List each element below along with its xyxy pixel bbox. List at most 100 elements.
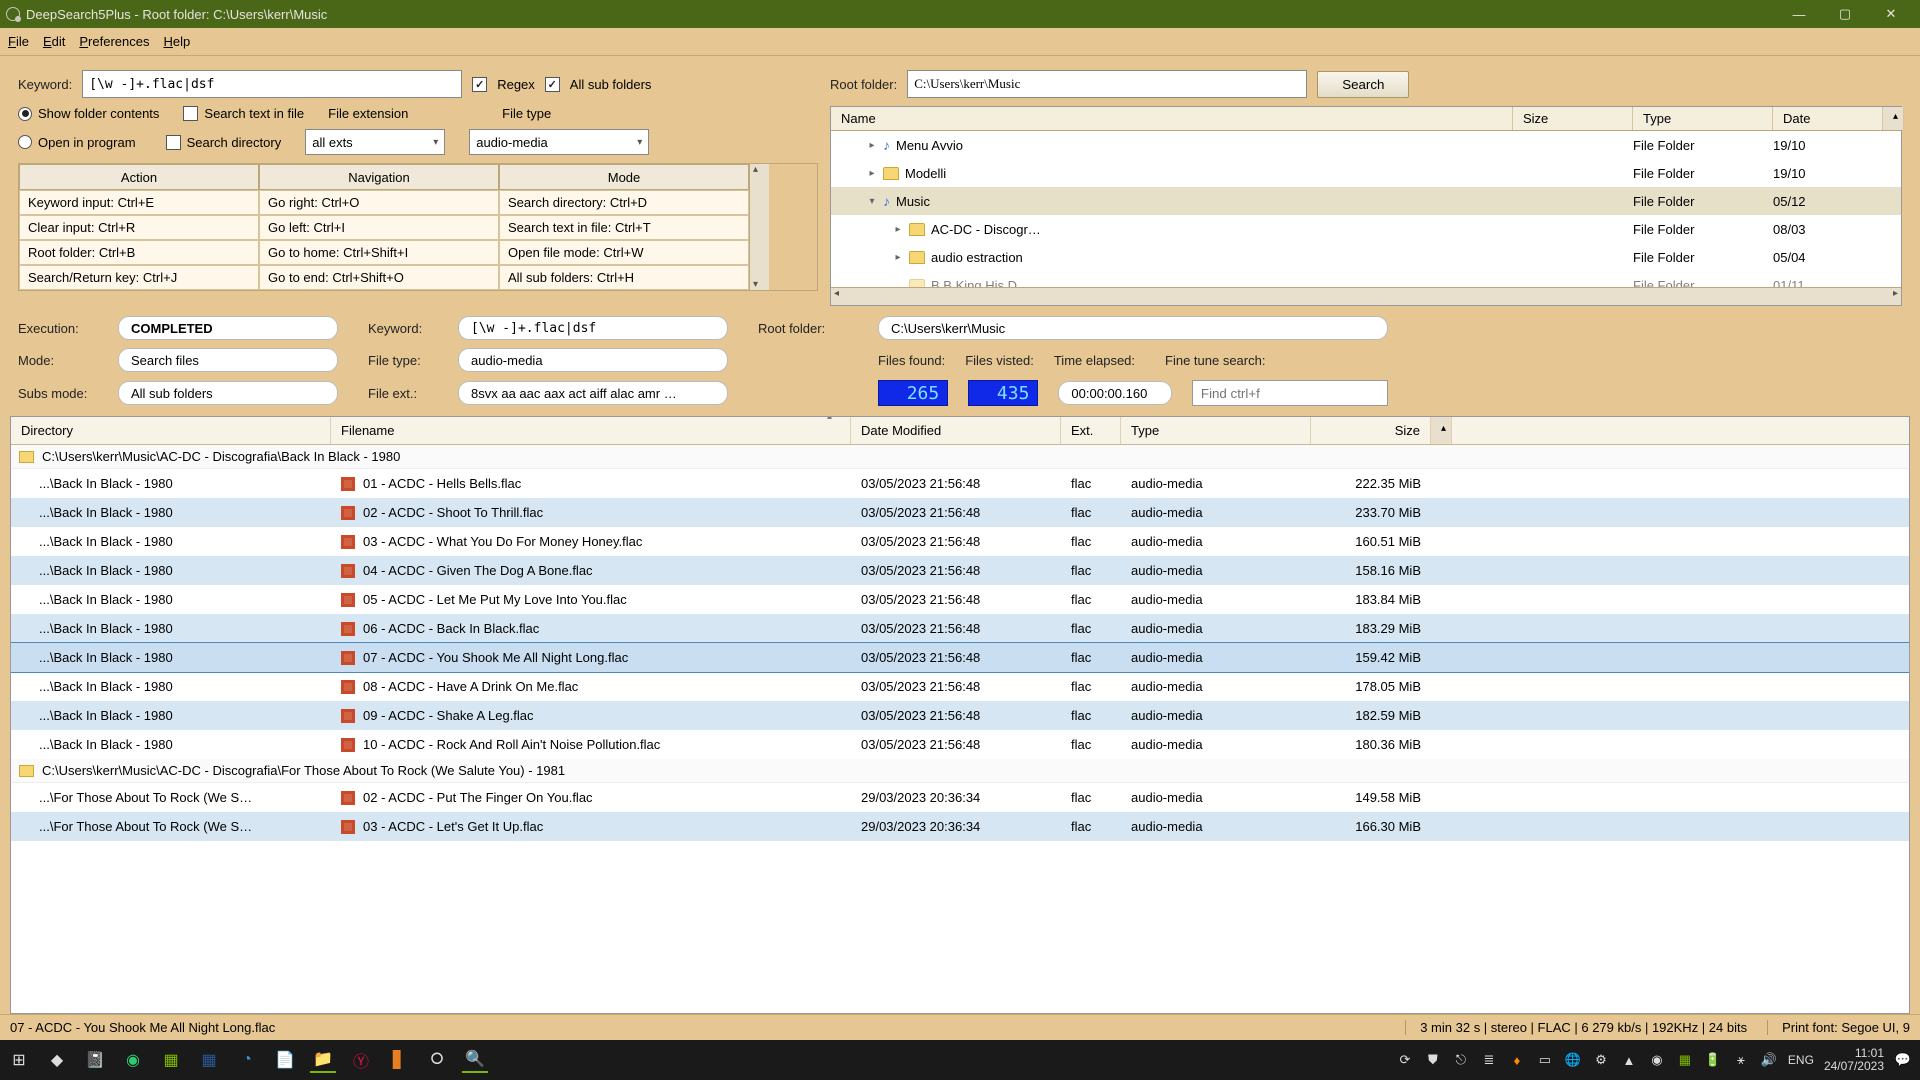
results-header-size[interactable]: Size bbox=[1311, 417, 1431, 444]
expand-icon[interactable]: ▸ bbox=[867, 168, 877, 179]
show-folder-label: Show folder contents bbox=[38, 106, 159, 121]
taskbar-deepsearch-icon[interactable]: 🔍 bbox=[462, 1047, 488, 1073]
taskbar-app-icon[interactable]: ▦ bbox=[158, 1047, 184, 1073]
results-group[interactable]: C:\Users\kerr\Music\AC-DC - Discografia\… bbox=[11, 445, 1909, 469]
tray-volume-icon[interactable]: 🔊 bbox=[1760, 1051, 1778, 1069]
tree-row[interactable]: ▸ModelliFile Folder19/10 bbox=[831, 159, 1901, 187]
close-button[interactable]: ✕ bbox=[1868, 0, 1914, 28]
tray-icon[interactable]: 🌐 bbox=[1564, 1051, 1582, 1069]
maximize-button[interactable]: ▢ bbox=[1822, 0, 1868, 28]
taskbar-app-icon[interactable]: 📓 bbox=[82, 1047, 108, 1073]
taskbar-app-icon[interactable]: ◉ bbox=[120, 1047, 146, 1073]
fine-tune-input[interactable] bbox=[1192, 380, 1388, 406]
tray-network-icon[interactable]: ⚹ bbox=[1732, 1051, 1750, 1069]
taskbar-app-icon[interactable]: 📄 bbox=[272, 1047, 298, 1073]
results-row[interactable]: ...\Back In Black - 198010 - ACDC - Rock… bbox=[11, 730, 1909, 759]
tray-battery-icon[interactable]: 🔋 bbox=[1704, 1051, 1722, 1069]
show-folder-radio[interactable] bbox=[18, 107, 32, 121]
results-type: audio-media bbox=[1121, 790, 1311, 805]
results-row[interactable]: ...\Back In Black - 198002 - ACDC - Shoo… bbox=[11, 498, 1909, 527]
shortcuts-header-action[interactable]: Action bbox=[19, 164, 259, 190]
results-header-ext[interactable]: Ext. bbox=[1061, 417, 1121, 444]
search-dir-checkbox[interactable] bbox=[166, 135, 181, 150]
taskbar-explorer-icon[interactable]: 📁 bbox=[310, 1047, 336, 1073]
taskbar-app-icon[interactable]: ▦ bbox=[196, 1047, 222, 1073]
taskbar-app-icon[interactable]: ⭘ bbox=[424, 1047, 450, 1073]
expand-icon[interactable]: ▸ bbox=[893, 252, 903, 263]
tree-scroll-up[interactable]: ▴ bbox=[1883, 107, 1904, 130]
tray-icon[interactable]: ⎋ bbox=[1452, 1051, 1470, 1069]
tree-row[interactable]: ▸♪Menu AvvioFile Folder19/10 bbox=[831, 131, 1901, 159]
results-row[interactable]: ...\Back In Black - 198006 - ACDC - Back… bbox=[11, 614, 1909, 643]
tray-icon[interactable]: ≣ bbox=[1480, 1051, 1498, 1069]
results-row[interactable]: ...\For Those About To Rock (We S…03 - A… bbox=[11, 812, 1909, 841]
open-program-radio[interactable] bbox=[18, 135, 32, 149]
results-header-filename[interactable]: Filename bbox=[331, 417, 851, 444]
results-row[interactable]: ...\Back In Black - 198003 - ACDC - What… bbox=[11, 527, 1909, 556]
start-button[interactable]: ⊞ bbox=[6, 1047, 32, 1073]
tree-row[interactable]: B B King His DFile Folder01/11 bbox=[831, 271, 1901, 287]
tree-header-date[interactable]: Date bbox=[1773, 107, 1883, 130]
tree-scroll-left[interactable]: ◂ bbox=[834, 288, 839, 305]
expand-icon[interactable]: ▾ bbox=[867, 196, 877, 207]
menu-help[interactable]: Help bbox=[163, 34, 190, 49]
search-button[interactable]: Search bbox=[1317, 71, 1409, 98]
tree-scroll-right[interactable]: ▸ bbox=[1893, 288, 1898, 305]
tray-language[interactable]: ENG bbox=[1788, 1053, 1814, 1067]
tree-header-size[interactable]: Size bbox=[1513, 107, 1633, 130]
expand-icon[interactable]: ▸ bbox=[867, 140, 877, 151]
tree-row[interactable]: ▸audio estractionFile Folder05/04 bbox=[831, 243, 1901, 271]
expand-icon[interactable]: ▸ bbox=[893, 224, 903, 235]
results-row[interactable]: ...\For Those About To Rock (We S…02 - A… bbox=[11, 783, 1909, 812]
tree-header-name[interactable]: Name bbox=[831, 107, 1513, 130]
tray-icon[interactable]: ▲ bbox=[1620, 1051, 1638, 1069]
tray-icon[interactable]: ⛊ bbox=[1424, 1051, 1442, 1069]
tree-header-type[interactable]: Type bbox=[1633, 107, 1773, 130]
results-row[interactable]: ...\Back In Black - 198008 - ACDC - Have… bbox=[11, 672, 1909, 701]
tray-clock[interactable]: 11:01 24/07/2023 bbox=[1824, 1047, 1884, 1073]
filetype-label: File type: bbox=[368, 353, 458, 368]
tray-icon[interactable]: ◉ bbox=[1648, 1051, 1666, 1069]
results-row[interactable]: ...\Back In Black - 198007 - ACDC - You … bbox=[11, 643, 1909, 672]
tray-notifications-icon[interactable]: 💬 bbox=[1894, 1051, 1912, 1069]
results-header-type[interactable]: Type bbox=[1121, 417, 1311, 444]
tree-row[interactable]: ▾♪MusicFile Folder05/12 bbox=[831, 187, 1901, 215]
menu-edit[interactable]: Edit bbox=[43, 34, 65, 49]
results-group[interactable]: C:\Users\kerr\Music\AC-DC - Discografia\… bbox=[11, 759, 1909, 783]
search-text-checkbox[interactable] bbox=[183, 106, 198, 121]
shortcuts-scrollbar[interactable] bbox=[749, 164, 769, 290]
results-row[interactable]: ...\Back In Black - 198001 - ACDC - Hell… bbox=[11, 469, 1909, 498]
menu-preferences[interactable]: Preferences bbox=[79, 34, 149, 49]
results-header-date[interactable]: Date Modified bbox=[851, 417, 1061, 444]
tree-row[interactable]: ▸AC-DC - Discogr…File Folder08/03 bbox=[831, 215, 1901, 243]
allsub-checkbox[interactable] bbox=[545, 77, 560, 92]
tray-icon[interactable]: ▦ bbox=[1676, 1051, 1694, 1069]
tray-icon[interactable]: ⚙ bbox=[1592, 1051, 1610, 1069]
regex-label: Regex bbox=[497, 77, 535, 92]
taskbar-app-icon[interactable]: ◔ bbox=[234, 1047, 260, 1073]
type-combo[interactable]: audio-media ▾ bbox=[469, 129, 649, 155]
status-root-label: Root folder: bbox=[758, 321, 878, 336]
results-type: audio-media bbox=[1121, 534, 1311, 549]
shortcuts-header-nav[interactable]: Navigation bbox=[259, 164, 499, 190]
taskbar-app-icon[interactable]: Ⓨ bbox=[348, 1047, 374, 1073]
root-folder-input[interactable] bbox=[907, 70, 1307, 98]
taskbar-app-icon[interactable]: ▋ bbox=[386, 1047, 412, 1073]
tray-icon[interactable]: ♦ bbox=[1508, 1051, 1526, 1069]
shortcut-cell: Root folder: Ctrl+B bbox=[19, 240, 259, 265]
results-scroll-up[interactable]: ▴ bbox=[1431, 417, 1452, 444]
regex-checkbox[interactable] bbox=[472, 77, 487, 92]
minimize-button[interactable]: — bbox=[1776, 0, 1822, 28]
results-header-directory[interactable]: Directory bbox=[11, 417, 331, 444]
taskbar-app-icon[interactable]: ◆ bbox=[44, 1047, 70, 1073]
results-date: 03/05/2023 21:56:48 bbox=[851, 534, 1061, 549]
ext-combo[interactable]: all exts ▾ bbox=[305, 129, 445, 155]
shortcuts-header-mode[interactable]: Mode bbox=[499, 164, 749, 190]
keyword-input[interactable] bbox=[82, 70, 462, 98]
results-row[interactable]: ...\Back In Black - 198009 - ACDC - Shak… bbox=[11, 701, 1909, 730]
results-row[interactable]: ...\Back In Black - 198005 - ACDC - Let … bbox=[11, 585, 1909, 614]
tray-icon[interactable]: ⟳ bbox=[1396, 1051, 1414, 1069]
menu-file[interactable]: File bbox=[8, 34, 29, 49]
results-row[interactable]: ...\Back In Black - 198004 - ACDC - Give… bbox=[11, 556, 1909, 585]
tray-icon[interactable]: ▭ bbox=[1536, 1051, 1554, 1069]
